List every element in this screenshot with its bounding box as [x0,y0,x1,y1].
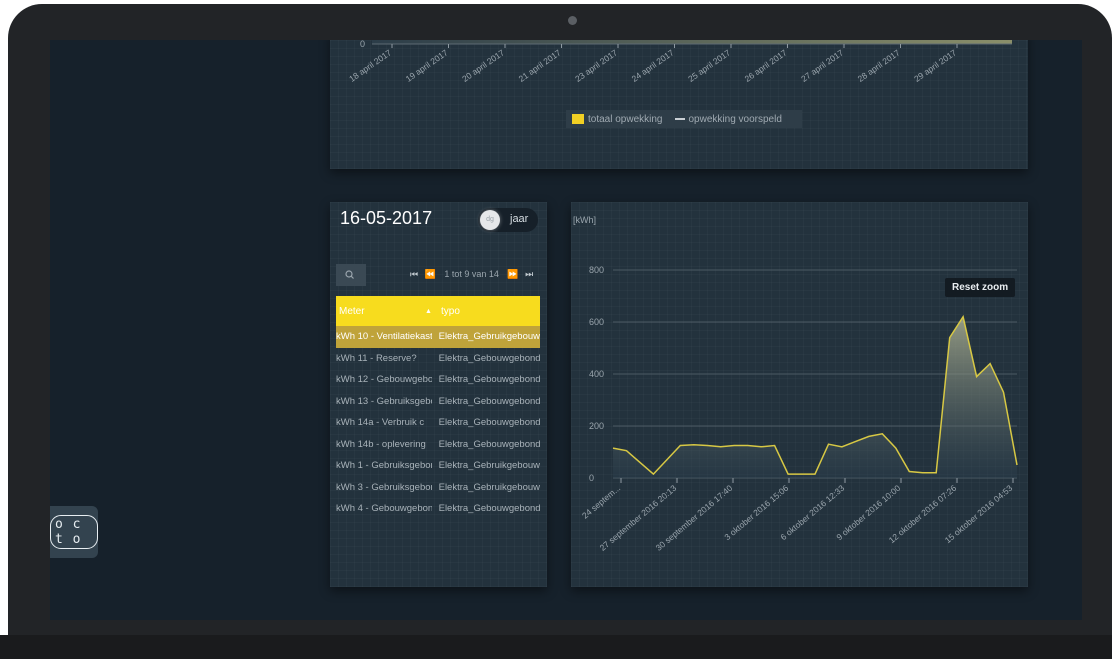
type-cell: Elektra_Gebouwgebonden [438,503,540,515]
type-cell: Elektra_Gebruikgebouw [438,460,540,472]
x-tick-label: 27 april 2017 [799,47,845,84]
type-cell: Elektra_Gebouwgebonden [438,438,540,450]
consumption-chart[interactable]: [kWh] 0 200 400 600 800 24 septem...27 septe… [571,202,1028,587]
meter-cell: kWh 14b - oplevering [336,438,426,450]
production-chart-panel: 0 18 april 2017 19 april 2017 20 april 201… [330,40,1028,169]
type-cell: Elektra_Gebouwgebonden [438,395,540,407]
x-tick-label: 26 april 2017 [743,47,789,84]
toggle-label: jaar [510,213,529,225]
meter-cell: kWh 14a - Verbruik c [336,417,425,429]
last-page-icon[interactable]: ⏭ [525,269,533,279]
legend-total-label[interactable]: totaal opwekking [588,114,663,125]
period-toggle[interactable]: dg jaar [478,208,538,232]
table-row[interactable]: kWh 14a - Verbruik c Elektra_Gebouwgebond… [336,412,540,434]
y-tick-label: 800 [589,265,604,275]
webcam-icon [568,16,577,25]
chart-legend[interactable]: totaal opwekking opwekking voorspeld [566,110,802,128]
table-row[interactable]: kWh 14b - oplevering Elektra_Gebouwgebond… [336,434,540,456]
x-tick-label: 28 april 2017 [856,47,902,84]
x-tick-label: 29 april 2017 [912,47,958,84]
y-tick-label: 600 [589,317,604,327]
type-cell: Elektra_Gebouwgebonden [438,374,540,386]
reset-zoom-button[interactable]: Reset zoom [945,278,1016,297]
type-cell: Elektra_Gebruikgebouw [438,481,540,493]
sort-ascending-icon[interactable]: ▲ [425,308,439,315]
meter-cell: kWh 4 - Gebouwgebonden [336,503,432,515]
y-tick-label: 400 [589,369,604,379]
type-cell: Elektra_Gebruikgebouw [438,331,540,343]
search-button[interactable] [336,264,366,286]
legend-line-forecast [674,118,685,120]
table-row[interactable]: kWh 3 - Gebruiksgebonden Elektra_Gebruikg… [336,477,540,499]
type-cell: Elektra_Gebouwgebonden [438,352,540,364]
x-tick-label: 24 april 2017 [630,47,676,84]
y-axis-label: [kWh] [573,215,596,225]
table-row[interactable]: kWh 12 - Gebouwgebonden Elektra_Gebouwgeb… [336,369,540,391]
search-icon [345,270,354,279]
type-cell: Elektra_Gebouwgebonden [438,417,540,429]
page-count: 1 tot 9 van 14 [444,269,499,279]
legend-forecast-label[interactable]: opwekking voorspeld [689,114,782,125]
column-header-type[interactable]: typo [439,306,460,317]
table-row[interactable]: kWh 1 - Gebruiksgebonden Elektra_Gebruikg… [336,455,540,477]
x-tick-label: 18 april 2017 [347,47,393,84]
x-tick-label: 23 april 2017 [573,47,619,84]
table-header: Meter ▲ typo [336,296,540,326]
y-tick-label: 0 [360,40,365,49]
first-page-icon[interactable]: ⏮ [410,269,418,279]
next-page-icon[interactable]: ⏩ [507,269,518,279]
octo-logo[interactable]: o c t o [50,506,98,558]
meter-cell: kWh 3 - Gebruiksgebonden [336,481,432,493]
meter-cell: kWh 12 - Gebouwgebonden [336,374,432,386]
consumption-chart-panel: [kWh] 0 200 400 600 800 24 septem... 27 septe… [571,202,1028,587]
toggle-knob[interactable]: dg [480,210,500,230]
table-row[interactable]: kWh 4 - Gebouwgebonden Elektra_Gebouwgebo… [336,498,540,520]
table-row[interactable]: kWh 13 - Gebruiksgebonden Elektra_Gebouwg… [336,391,540,413]
octo-logo-icon: o c t o [50,515,98,549]
x-tick-label: 19 april 2017 [404,47,450,84]
table-row[interactable]: kWh 11 - Reserve? Elektra_Gebouwgebonden [336,348,540,370]
prev-page-icon[interactable]: ⏪ [425,269,436,279]
pagination: ⏮ ⏪ 1 tot 9 van 14 ⏩ ⏭ [408,269,535,280]
x-axis-labels: 24 septem...27 september 2016 20:1330 se… [580,478,1014,553]
production-area [372,40,1012,44]
laptop-device: o c t o 0 18 april 2017 19 april 2017 20 a… [0,0,1112,659]
app-screen: o c t o 0 18 april 2017 19 april 2017 20 a… [50,40,1082,620]
column-header-meter[interactable]: Meter [336,306,425,317]
production-chart: 0 18 april 2017 19 april 2017 20 april 201… [347,40,1012,84]
selected-date[interactable]: 16-05-2017 [340,208,432,229]
meter-cell: kWh 1 - Gebruiksgebonden [336,460,432,472]
y-tick-label: 200 [589,421,604,431]
table-row[interactable]: kWh 10 - Ventilatiekast Elektra_Gebruikge… [336,326,540,348]
x-axis-labels: 18 april 2017 19 april 2017 20 april 2017 2… [347,44,958,84]
meter-cell: kWh 13 - Gebruiksgebonden [336,395,432,407]
meter-table-body: kWh 10 - Ventilatiekast Elektra_Gebruikge… [336,326,540,520]
meter-list-panel: 16-05-2017 dg jaar ⏮ ⏪ 1 tot 9 van 14 ⏩ … [330,202,547,587]
x-tick-label: 24 septem... [580,483,622,521]
laptop-base [0,635,1112,659]
consumption-area [613,316,1017,478]
x-tick-label: 21 april 2017 [517,47,563,84]
y-tick-label: 0 [589,473,594,483]
legend-swatch-total [572,114,584,124]
x-tick-label: 25 april 2017 [686,47,732,84]
meter-cell: kWh 10 - Ventilatiekast [336,331,432,343]
meter-cell: kWh 11 - Reserve? [336,352,417,364]
x-tick-label: 20 april 2017 [460,47,506,84]
